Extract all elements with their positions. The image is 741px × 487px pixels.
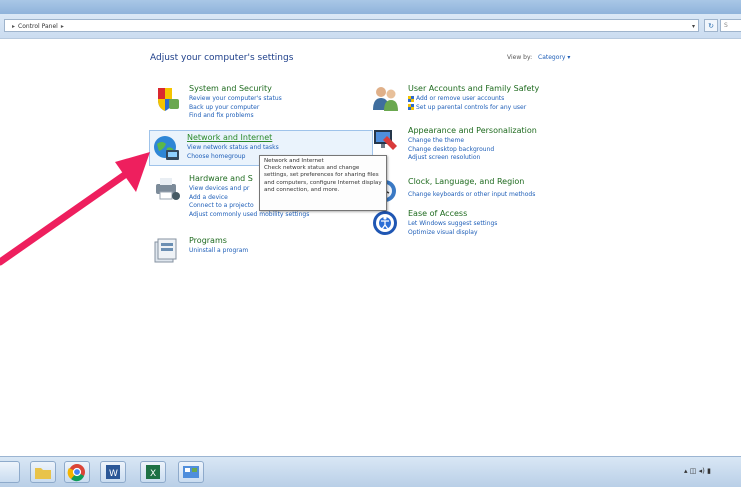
battery-icon[interactable]: ▮ [707, 467, 711, 475]
system-tray[interactable]: ▴ ◫ ◂) ▮ [684, 467, 711, 475]
taskbar-chrome-button[interactable] [64, 461, 90, 483]
taskbar: W X ▴ ◫ ◂) ▮ [0, 456, 741, 487]
taskbar-control-panel-button[interactable] [178, 461, 204, 483]
chrome-icon [67, 464, 85, 482]
svg-text:X: X [150, 469, 156, 479]
taskbar-start-area[interactable] [0, 461, 20, 483]
folder-icon [35, 468, 51, 479]
network-icon[interactable]: ◫ [690, 467, 697, 475]
taskbar-word-button[interactable]: W [100, 461, 126, 483]
control-panel-icon [183, 466, 199, 478]
svg-text:W: W [109, 469, 118, 479]
volume-icon[interactable]: ◂) [699, 467, 705, 475]
taskbar-excel-button[interactable]: X [140, 461, 166, 483]
word-icon: W [106, 465, 120, 479]
annotation-arrow-icon [0, 152, 150, 266]
excel-icon: X [146, 465, 160, 479]
tray-chevron-icon[interactable]: ▴ [684, 467, 688, 475]
taskbar-explorer-button[interactable] [30, 461, 56, 483]
